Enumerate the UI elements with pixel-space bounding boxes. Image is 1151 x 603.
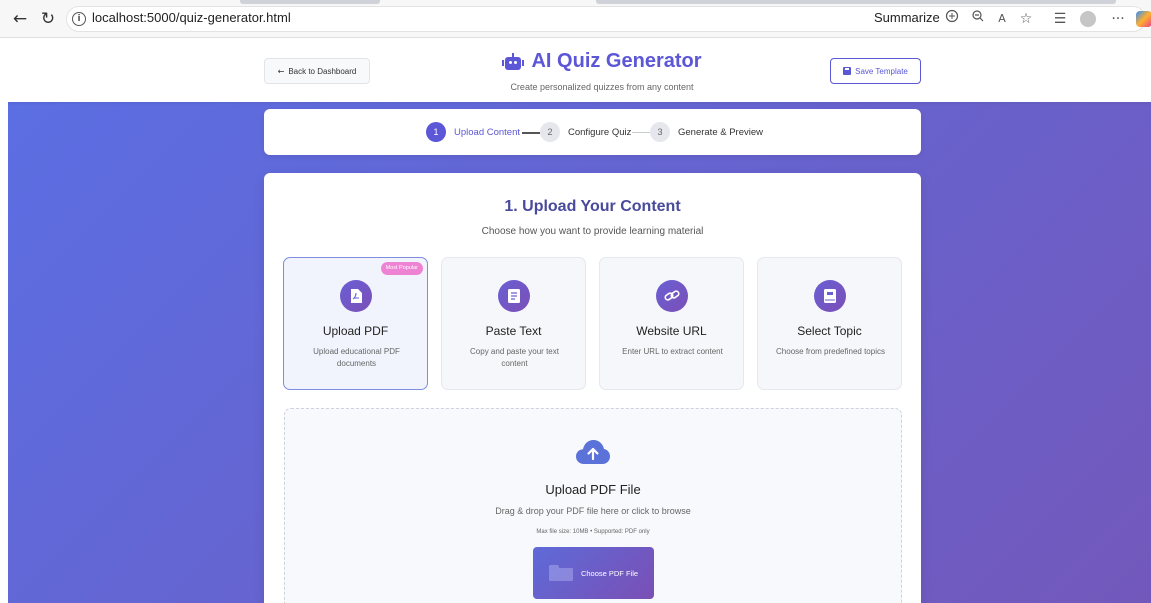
page-title: AI Quiz Generator [502,50,702,73]
pdf-drop-zone[interactable]: Upload PDF File Drag & drop your PDF fil… [284,408,902,603]
step-upload-content[interactable]: 1 Upload Content [426,122,520,142]
step-number: 1 [426,122,446,142]
copilot-icon[interactable] [1136,11,1151,27]
option-title: Select Topic [797,324,862,338]
profile-avatar-icon[interactable] [1080,11,1096,27]
url-text[interactable]: localhost:5000/quiz-generator.html [92,10,291,25]
step-label: Upload Content [454,126,521,138]
folder-icon [548,565,573,581]
site-info-icon[interactable]: i [72,12,86,26]
upload-content-card: 1. Upload Your Content Choose how you wa… [264,173,921,603]
more-options-icon[interactable]: ··· [1108,9,1128,29]
option-title: Upload PDF [322,324,389,338]
link-icon [656,280,688,312]
section-subtitle: Choose how you want to provide learning … [481,226,704,237]
page-title-text: AI Quiz Generator [531,50,702,72]
save-template-button[interactable]: Save Template [830,58,921,84]
progress-stepper: 1 Upload Content 2 Configure Quiz 3 Gene… [264,109,921,155]
app-header: ← Back to Dashboard AI Quiz Generator Cr… [8,39,1151,102]
robot-icon [502,52,525,71]
tab-strip-edge [240,0,380,4]
option-website-url[interactable]: Website URL Enter URL to extract content [599,257,744,390]
option-description: Enter URL to extract content [622,347,723,356]
translate-icon[interactable] [942,9,962,29]
step-connector [522,132,540,134]
option-title: Paste Text [485,324,542,338]
option-title: Website URL [636,324,707,338]
read-aloud-icon[interactable]: A [992,9,1012,29]
summarize-button[interactable]: Summarize [874,10,940,25]
step-connector [632,132,650,133]
zoom-icon[interactable] [968,9,988,29]
back-arrow-icon[interactable]: ← [10,9,30,29]
browser-toolbar: ← ↻ i localhost:5000/quiz-generator.html… [0,0,1151,38]
option-paste-text[interactable]: Paste Text Copy and paste your text cont… [441,257,586,390]
title-block: AI Quiz Generator Create personalized qu… [488,50,716,92]
cloud-upload-icon [575,439,611,465]
text-lines-icon [498,280,530,312]
book-icon [814,280,846,312]
pdf-file-icon [340,280,372,312]
step-configure-quiz[interactable]: 2 Configure Quiz [540,122,631,142]
choose-pdf-file-button[interactable]: Choose PDF File [533,547,654,599]
option-description: Choose from predefined topics [776,347,885,356]
app-page: ← Back to Dashboard AI Quiz Generator Cr… [8,39,1151,603]
upload-title: Upload PDF File [545,482,641,497]
favorites-list-icon[interactable]: ☰ [1050,9,1070,29]
section-title: 1. Upload Your Content [504,198,681,215]
save-button-label: Save Template [855,66,908,76]
choose-button-label: Choose PDF File [580,568,639,578]
back-to-dashboard-button[interactable]: ← Back to Dashboard [264,58,370,84]
step-number: 2 [540,122,560,142]
left-arrow-icon: ← [277,66,285,76]
step-label: Configure Quiz [568,126,632,138]
most-popular-badge: Most Popular [380,262,423,275]
step-number: 3 [650,122,670,142]
page-subtitle: Create personalized quizzes from any con… [510,81,694,92]
option-select-topic[interactable]: Select Topic Choose from predefined topi… [757,257,902,390]
upload-file-requirements: Max file size: 10MB • Supported: PDF onl… [536,529,650,535]
back-button-label: Back to Dashboard [288,66,357,76]
upload-subtitle: Drag & drop your PDF file here or click … [495,506,691,516]
option-description: Upload educational PDF documents [313,347,400,368]
tab-strip-edge [596,0,1116,4]
option-description: Copy and paste your text content [470,347,559,368]
step-generate-preview[interactable]: 3 Generate & Preview [650,122,763,142]
favorite-star-icon[interactable]: ☆ [1016,9,1036,29]
step-label: Generate & Preview [678,126,764,138]
option-upload-pdf[interactable]: Most Popular Upload PDF Upload education… [283,257,428,390]
reload-icon[interactable]: ↻ [38,9,58,29]
save-disk-icon [843,67,852,75]
